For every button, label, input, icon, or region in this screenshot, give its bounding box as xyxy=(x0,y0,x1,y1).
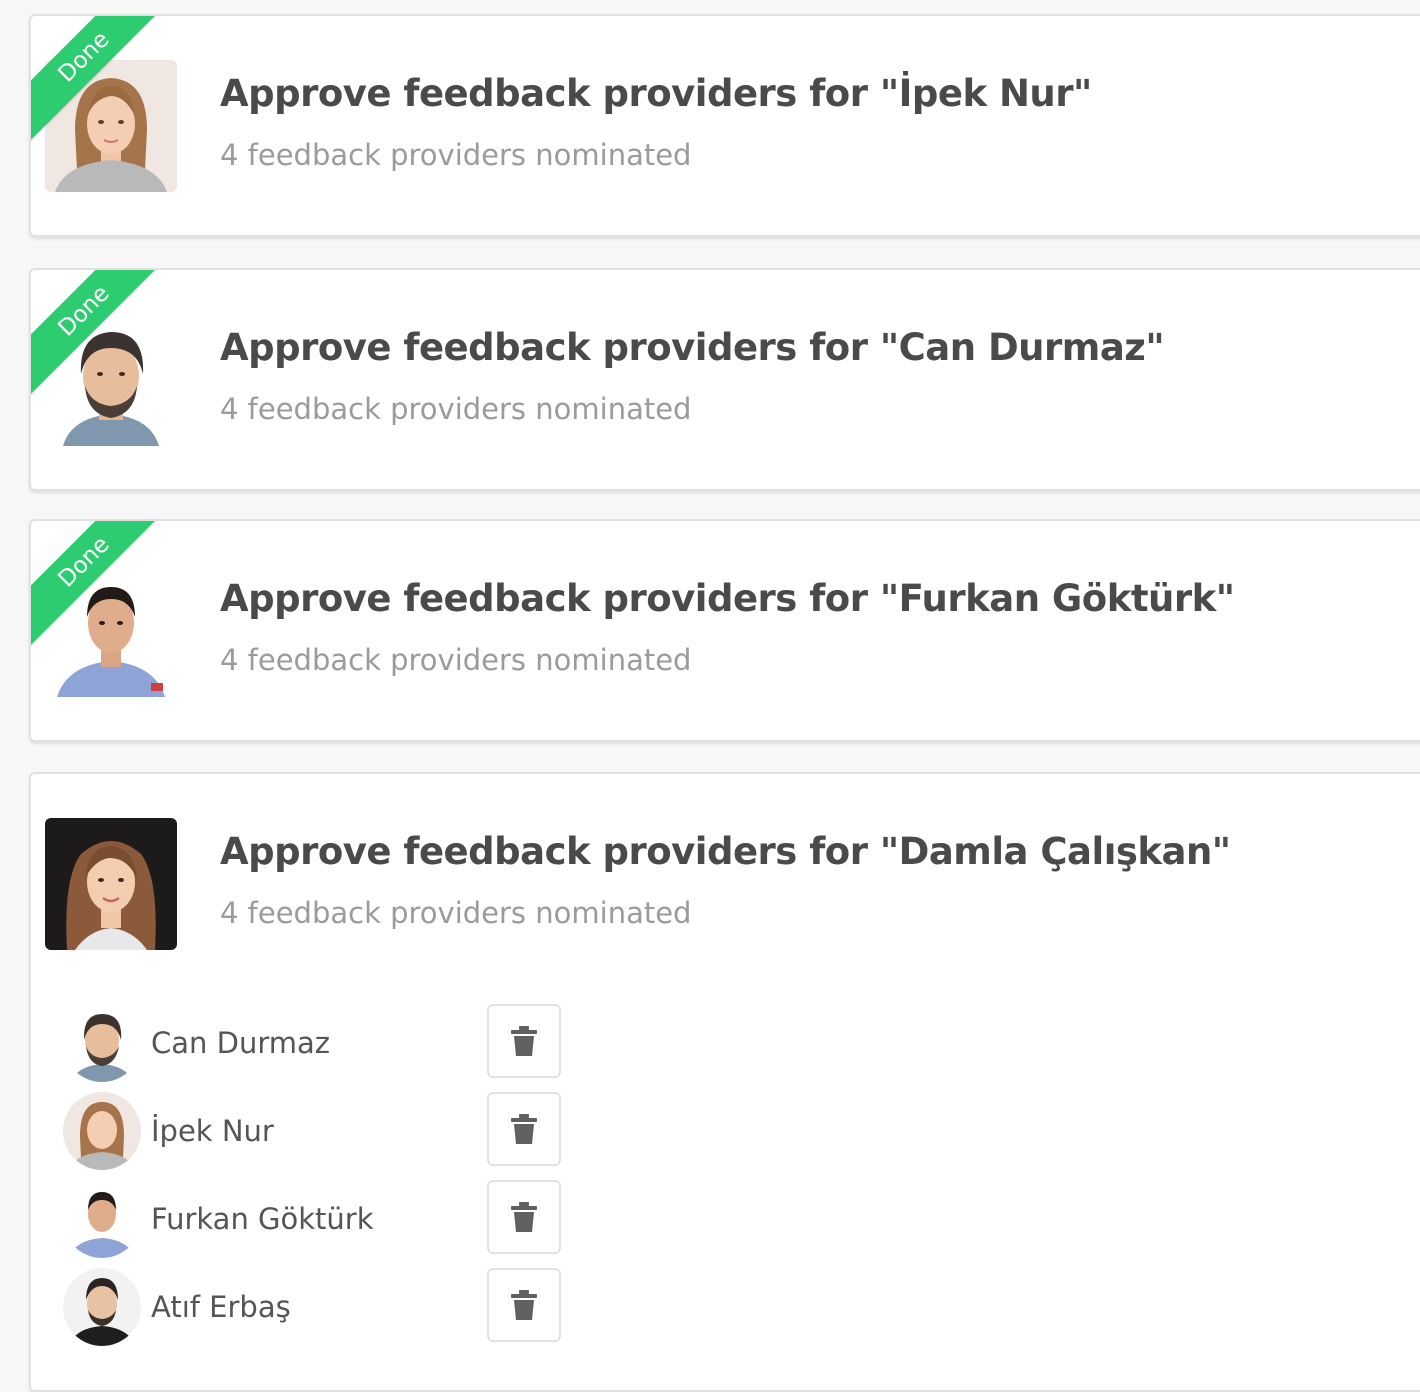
avatar xyxy=(63,1004,141,1082)
delete-nominee-button[interactable] xyxy=(487,1180,561,1254)
delete-nominee-button[interactable] xyxy=(487,1268,561,1342)
task-subtitle: 4 feedback providers nominated xyxy=(220,643,692,677)
avatar xyxy=(63,1268,141,1346)
task-card[interactable]: Done Approve feedback providers for "Can… xyxy=(29,268,1420,491)
delete-nominee-button[interactable] xyxy=(487,1092,561,1166)
task-subtitle: 4 feedback providers nominated xyxy=(220,138,692,172)
avatar xyxy=(63,1092,141,1170)
task-subtitle: 4 feedback providers nominated xyxy=(220,392,692,426)
nominee-name: Can Durmaz xyxy=(151,1026,330,1060)
nominee-name: Furkan Göktürk xyxy=(151,1202,374,1236)
task-card[interactable]: Done Approve feedback providers for "İpe… xyxy=(29,14,1420,237)
nominee-name: Atıf Erbaş xyxy=(151,1290,291,1324)
task-title[interactable]: Approve feedback providers for "Furkan G… xyxy=(220,577,1235,620)
task-card[interactable]: Done Approve feedback providers for "Fur… xyxy=(29,519,1420,742)
task-subtitle: 4 feedback providers nominated xyxy=(220,896,692,930)
nominee-row: Furkan Göktürk xyxy=(63,1180,583,1262)
nominee-name: İpek Nur xyxy=(151,1114,274,1148)
trash-icon xyxy=(511,1202,537,1232)
trash-icon xyxy=(511,1114,537,1144)
trash-icon xyxy=(511,1026,537,1056)
avatar xyxy=(63,1180,141,1258)
avatar xyxy=(45,818,177,950)
delete-nominee-button[interactable] xyxy=(487,1004,561,1078)
task-title[interactable]: Approve feedback providers for "Damla Ça… xyxy=(220,830,1231,873)
task-title[interactable]: Approve feedback providers for "İpek Nur… xyxy=(220,72,1092,115)
nominee-row: Can Durmaz xyxy=(63,1004,583,1086)
nominee-row: Atıf Erbaş xyxy=(63,1268,583,1350)
task-title[interactable]: Approve feedback providers for "Can Durm… xyxy=(220,326,1165,369)
nominee-row: İpek Nur xyxy=(63,1092,583,1174)
trash-icon xyxy=(511,1290,537,1320)
task-card-expanded[interactable]: Approve feedback providers for "Damla Ça… xyxy=(29,772,1420,1392)
